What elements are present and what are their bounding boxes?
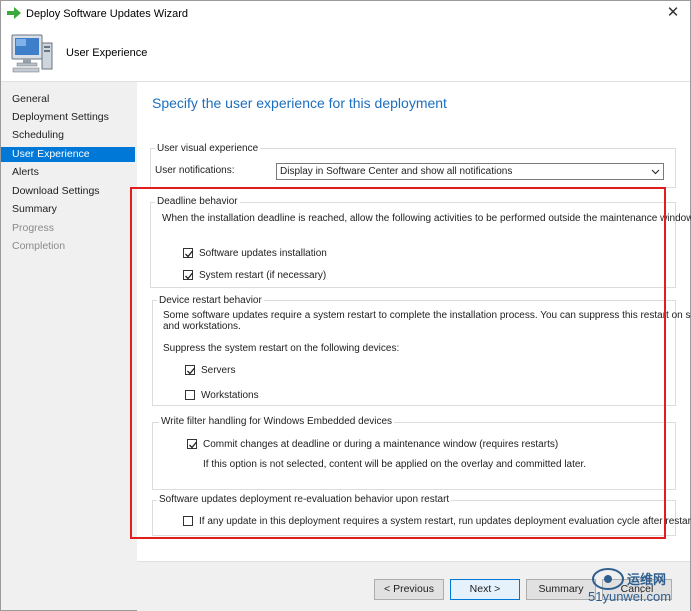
sidebar-item-general[interactable]: General xyxy=(1,92,135,107)
green-arrow-icon xyxy=(7,7,21,19)
checkmark-icon xyxy=(185,272,194,280)
sidebar-item-completion: Completion xyxy=(12,240,66,252)
checkmark-icon xyxy=(187,367,196,375)
checkmark-icon xyxy=(185,250,194,258)
deadline-description: When the installation deadline is reache… xyxy=(162,213,691,224)
write-filter-group-label: Write filter handling for Windows Embedd… xyxy=(159,416,395,427)
window-title: Deploy Software Updates Wizard xyxy=(26,8,189,20)
system-restart-label[interactable]: System restart (if necessary) xyxy=(199,270,326,281)
workstations-label[interactable]: Workstations xyxy=(201,390,259,401)
sidebar-item-download-settings[interactable]: Download Settings xyxy=(1,184,135,199)
wizard-window: Deploy Software Updates Wizard ✕ User Ex… xyxy=(0,0,691,611)
page-title: Specify the user experience for this dep… xyxy=(152,95,447,111)
restart-description-line1: Some software updates require a system r… xyxy=(163,310,691,321)
title-bar: Deploy Software Updates Wizard ✕ xyxy=(1,1,690,27)
wizard-content: Specify the user experience for this dep… xyxy=(137,82,691,610)
reevaluation-label[interactable]: If any update in this deployment require… xyxy=(199,516,691,527)
sidebar-item-scheduling[interactable]: Scheduling xyxy=(1,128,135,143)
software-updates-label[interactable]: Software updates installation xyxy=(199,248,327,259)
wizard-sidebar: General Deployment Settings Scheduling U… xyxy=(1,82,137,610)
write-filter-group-frame xyxy=(152,422,676,490)
servers-label[interactable]: Servers xyxy=(201,365,235,376)
watermark: 运维网 51yunwei.com xyxy=(588,567,684,607)
header-title: User Experience xyxy=(66,47,148,59)
reevaluation-group-label: Software updates deployment re-evaluatio… xyxy=(157,494,452,505)
watermark-line2: 51yunwei.com xyxy=(588,589,672,604)
sidebar-item-deployment-settings[interactable]: Deployment Settings xyxy=(1,110,135,125)
workstations-checkbox[interactable] xyxy=(185,390,195,400)
previous-button[interactable]: < Previous xyxy=(374,579,444,600)
restart-group-label: Device restart behavior xyxy=(157,295,264,306)
next-button[interactable]: Next > xyxy=(450,579,520,600)
sidebar-item-alerts[interactable]: Alerts xyxy=(1,165,135,180)
watermark-logo-icon xyxy=(592,568,624,590)
sidebar-item-user-experience[interactable]: User Experience xyxy=(1,147,135,162)
reevaluation-checkbox[interactable] xyxy=(183,516,193,526)
software-updates-checkbox[interactable] xyxy=(183,248,194,258)
commit-changes-checkbox[interactable] xyxy=(187,439,198,449)
notifications-label: User notifications: xyxy=(155,165,235,176)
servers-checkbox[interactable] xyxy=(185,365,196,375)
suppress-restart-label: Suppress the system restart on the follo… xyxy=(163,343,400,354)
visual-group-label: User visual experience xyxy=(155,143,261,154)
restart-description-line2: and workstations. xyxy=(163,321,241,332)
summary-button[interactable]: Summary xyxy=(526,579,596,600)
chevron-down-icon xyxy=(651,169,660,175)
commit-changes-label[interactable]: Commit changes at deadline or during a m… xyxy=(203,439,558,450)
notifications-dropdown[interactable]: Display in Software Center and show all … xyxy=(276,163,664,180)
checkmark-icon xyxy=(189,441,198,449)
notifications-value: Display in Software Center and show all … xyxy=(280,166,513,177)
sidebar-item-progress: Progress xyxy=(12,222,55,234)
deadline-group-label: Deadline behavior xyxy=(155,196,240,207)
system-restart-checkbox[interactable] xyxy=(183,270,194,280)
wizard-header: User Experience xyxy=(1,27,690,82)
write-filter-note: If this option is not selected, content … xyxy=(203,459,586,470)
sidebar-item-summary[interactable]: Summary xyxy=(1,202,135,217)
computer-icon xyxy=(11,34,53,73)
close-button[interactable]: ✕ xyxy=(664,4,682,22)
watermark-line1: 运维网 xyxy=(627,572,667,587)
